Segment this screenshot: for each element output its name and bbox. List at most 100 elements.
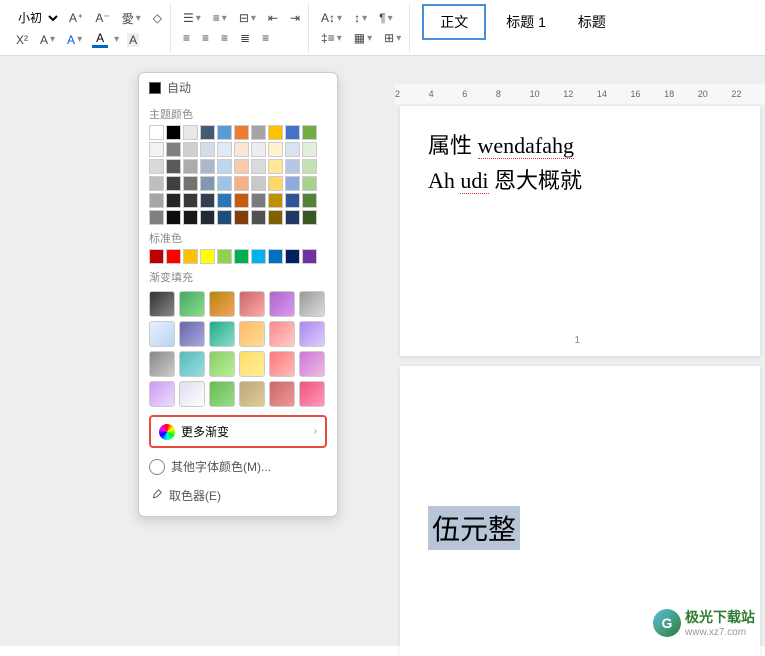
color-swatch[interactable] <box>302 159 317 174</box>
clear-formatting-button[interactable]: ◇ <box>149 9 166 27</box>
color-swatch[interactable] <box>285 142 300 157</box>
gradient-swatch[interactable] <box>299 351 325 377</box>
gradient-swatch[interactable] <box>179 381 205 407</box>
sort-button[interactable]: ↕▾ <box>350 9 371 27</box>
increase-font-button[interactable]: A⁺ <box>65 9 87 27</box>
color-swatch[interactable] <box>200 193 215 208</box>
color-swatch[interactable] <box>234 249 249 264</box>
color-swatch[interactable] <box>149 142 164 157</box>
color-swatch[interactable] <box>166 159 181 174</box>
gradient-swatch[interactable] <box>299 291 325 317</box>
color-swatch[interactable] <box>200 176 215 191</box>
gradient-swatch[interactable] <box>269 321 295 347</box>
font-color-button[interactable]: A <box>90 31 110 48</box>
auto-color-row[interactable]: 自动 <box>139 73 337 102</box>
color-swatch[interactable] <box>234 193 249 208</box>
color-swatch[interactable] <box>149 249 164 264</box>
gradient-swatch[interactable] <box>179 321 205 347</box>
color-swatch[interactable] <box>302 125 317 140</box>
align-right-button[interactable]: ≡ <box>217 29 232 47</box>
page1-content[interactable]: 属性 wendafahg Ah udi 恩大概就 <box>400 106 760 220</box>
color-swatch[interactable] <box>268 159 283 174</box>
gradient-swatch[interactable] <box>209 321 235 347</box>
text-direction-button[interactable]: A↕▾ <box>317 9 346 27</box>
color-swatch[interactable] <box>166 125 181 140</box>
gradient-swatch[interactable] <box>269 381 295 407</box>
color-swatch[interactable] <box>285 193 300 208</box>
color-swatch[interactable] <box>166 142 181 157</box>
color-swatch[interactable] <box>183 210 198 225</box>
bullets-button[interactable]: ☰▾ <box>179 9 205 27</box>
gradient-swatch[interactable] <box>209 351 235 377</box>
gradient-swatch[interactable] <box>179 351 205 377</box>
color-swatch[interactable] <box>234 210 249 225</box>
color-swatch[interactable] <box>166 249 181 264</box>
color-swatch[interactable] <box>251 210 266 225</box>
color-swatch[interactable] <box>268 176 283 191</box>
color-swatch[interactable] <box>149 176 164 191</box>
color-swatch[interactable] <box>302 176 317 191</box>
color-swatch[interactable] <box>200 159 215 174</box>
font-size-select[interactable]: 小初 <box>12 8 61 28</box>
color-swatch[interactable] <box>149 193 164 208</box>
style-heading[interactable]: 标题 <box>566 6 618 38</box>
color-swatch[interactable] <box>251 142 266 157</box>
color-swatch[interactable] <box>268 125 283 140</box>
align-justify-button[interactable]: ≣ <box>236 29 254 47</box>
color-swatch[interactable] <box>285 210 300 225</box>
color-swatch[interactable] <box>251 176 266 191</box>
gradient-swatch[interactable] <box>209 291 235 317</box>
gradient-swatch[interactable] <box>239 291 265 317</box>
color-swatch[interactable] <box>285 176 300 191</box>
color-swatch[interactable] <box>183 125 198 140</box>
color-swatch[interactable] <box>285 249 300 264</box>
color-swatch[interactable] <box>217 125 232 140</box>
color-swatch[interactable] <box>251 193 266 208</box>
color-swatch[interactable] <box>183 249 198 264</box>
gradient-swatch[interactable] <box>149 351 175 377</box>
gradient-swatch[interactable] <box>149 321 175 347</box>
distribute-button[interactable]: ≡ <box>258 29 273 47</box>
color-swatch[interactable] <box>149 159 164 174</box>
gradient-swatch[interactable] <box>269 291 295 317</box>
color-swatch[interactable] <box>183 142 198 157</box>
gradient-swatch[interactable] <box>299 321 325 347</box>
multilevel-list-button[interactable]: ⊟▾ <box>235 9 260 27</box>
text-span[interactable]: 属性 <box>428 133 478 158</box>
phonetic-guide-button[interactable]: 愛▾ <box>118 8 145 29</box>
color-swatch[interactable] <box>234 125 249 140</box>
color-swatch[interactable] <box>285 159 300 174</box>
gradient-swatch[interactable] <box>149 381 175 407</box>
show-marks-button[interactable]: ¶▾ <box>375 9 396 27</box>
eyedropper-row[interactable]: 取色器(E) <box>139 481 337 510</box>
decrease-font-button[interactable]: A⁻ <box>91 9 113 27</box>
line-spacing-button[interactable]: ‡≡▾ <box>317 29 346 47</box>
color-swatch[interactable] <box>302 249 317 264</box>
color-swatch[interactable] <box>302 142 317 157</box>
text-effects-button[interactable]: A▾ <box>63 31 86 49</box>
gradient-swatch[interactable] <box>239 381 265 407</box>
gradient-swatch[interactable] <box>239 321 265 347</box>
color-swatch[interactable] <box>234 142 249 157</box>
change-case-button[interactable]: A▾ <box>36 31 59 49</box>
numbering-button[interactable]: ≡▾ <box>209 9 231 27</box>
decrease-indent-button[interactable]: ⇤ <box>264 9 282 27</box>
color-swatch[interactable] <box>217 210 232 225</box>
highlight-button[interactable]: A <box>123 31 143 49</box>
style-body[interactable]: 正文 <box>422 4 486 40</box>
color-swatch[interactable] <box>217 193 232 208</box>
color-swatch[interactable] <box>200 210 215 225</box>
color-swatch[interactable] <box>251 249 266 264</box>
gradient-swatch[interactable] <box>239 351 265 377</box>
color-swatch[interactable] <box>200 142 215 157</box>
text-span[interactable]: 恩大概就 <box>489 168 583 193</box>
color-swatch[interactable] <box>302 210 317 225</box>
align-left-button[interactable]: ≡ <box>179 29 194 47</box>
style-heading1[interactable]: 标题 1 <box>494 6 558 38</box>
align-center-button[interactable]: ≡ <box>198 29 213 47</box>
color-swatch[interactable] <box>268 249 283 264</box>
color-swatch[interactable] <box>234 176 249 191</box>
color-swatch[interactable] <box>217 176 232 191</box>
color-swatch[interactable] <box>217 249 232 264</box>
color-swatch[interactable] <box>149 125 164 140</box>
